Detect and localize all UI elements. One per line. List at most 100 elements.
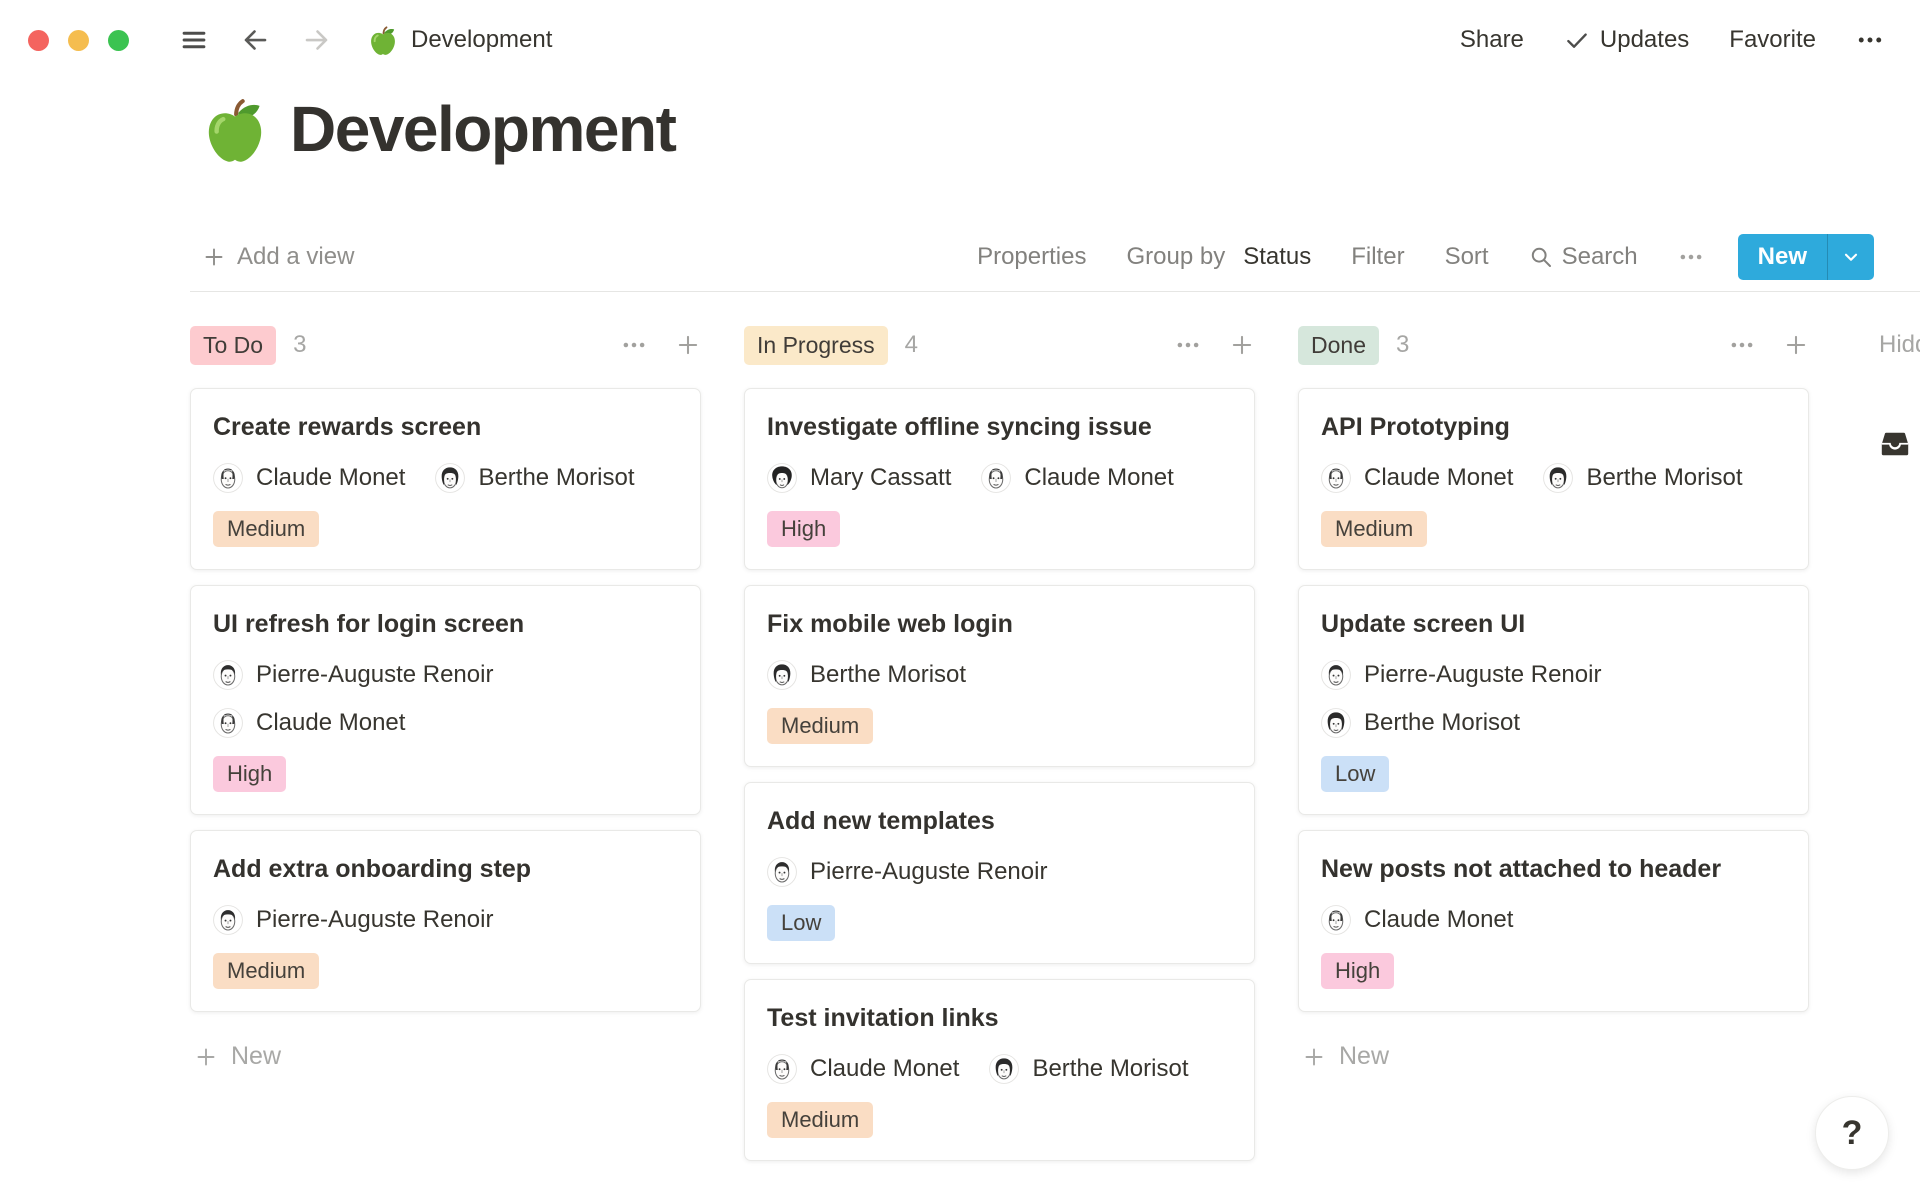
favorite-button[interactable]: Favorite — [1729, 26, 1816, 54]
monet-portrait-avatar — [767, 1054, 797, 1084]
properties-button[interactable]: Properties — [977, 243, 1086, 271]
column-count: 3 — [1396, 331, 1409, 359]
window-close-button[interactable] — [28, 30, 49, 51]
morisot-portrait-avatar — [989, 1054, 1019, 1084]
column-more-icon[interactable] — [1175, 332, 1201, 358]
new-button[interactable]: New — [1738, 234, 1874, 280]
card-title: Create rewards screen — [213, 409, 678, 445]
group-by-label: Group by — [1126, 243, 1225, 271]
monet-portrait-avatar — [981, 463, 1011, 493]
card[interactable]: Add new templates Pierre-Auguste Renoir … — [744, 782, 1255, 964]
column-count: 4 — [905, 331, 918, 359]
card[interactable]: Test invitation links Claude Monet Berth… — [744, 979, 1255, 1161]
search-label: Search — [1562, 243, 1638, 271]
share-button[interactable]: Share — [1460, 26, 1524, 54]
assignee-name: Claude Monet — [1024, 464, 1173, 492]
add-card-label: New — [1339, 1042, 1389, 1071]
search-button[interactable]: Search — [1529, 243, 1638, 271]
column-add-icon[interactable] — [1783, 332, 1809, 358]
monet-portrait-avatar — [1321, 905, 1351, 935]
column-status-badge: To Do — [190, 326, 276, 365]
board-column-done: Done 3 API Prototyping Claude Monet Bert… — [1298, 326, 1809, 1161]
view-more-icon[interactable] — [1678, 244, 1704, 270]
new-button-label[interactable]: New — [1738, 234, 1827, 280]
chevron-down-icon[interactable] — [1827, 234, 1874, 280]
assignee: Pierre-Auguste Renoir — [213, 905, 493, 935]
renoir-portrait-avatar — [213, 660, 243, 690]
priority-badge: Medium — [213, 953, 319, 989]
plus-icon — [202, 245, 226, 269]
page-header: Development — [202, 92, 675, 166]
card[interactable]: Fix mobile web login Berthe Morisot Medi… — [744, 585, 1255, 767]
assignee-name: Claude Monet — [256, 464, 405, 492]
assignee-name: Berthe Morisot — [810, 661, 966, 689]
filter-button[interactable]: Filter — [1351, 243, 1404, 271]
hidden-columns-section: Hidden N — [1879, 326, 1920, 1161]
assignee: Claude Monet — [213, 463, 405, 493]
assignee-name: Berthe Morisot — [1032, 1055, 1188, 1083]
page-title[interactable]: Development — [290, 92, 675, 166]
morisot-portrait-avatar — [767, 660, 797, 690]
assignee-name: Pierre-Auguste Renoir — [256, 906, 493, 934]
card[interactable]: UI refresh for login screen Pierre-Augus… — [190, 585, 701, 815]
forward-arrow-icon[interactable] — [302, 25, 332, 55]
assignee-name: Claude Monet — [256, 709, 405, 737]
assignee-name: Claude Monet — [1364, 906, 1513, 934]
favorite-label: Favorite — [1729, 26, 1816, 54]
morisot-portrait-avatar — [435, 463, 465, 493]
updates-button[interactable]: Updates — [1564, 26, 1689, 54]
column-add-icon[interactable] — [1229, 332, 1255, 358]
morisot-portrait-avatar — [1321, 708, 1351, 738]
assignee: Pierre-Auguste Renoir — [1321, 660, 1601, 690]
assignee-name: Pierre-Auguste Renoir — [256, 661, 493, 689]
add-view-label: Add a view — [237, 243, 354, 271]
help-button[interactable]: ? — [1815, 1096, 1889, 1170]
add-card-button[interactable]: New — [190, 1042, 701, 1071]
updates-label: Updates — [1600, 26, 1689, 54]
window-zoom-button[interactable] — [108, 30, 129, 51]
card[interactable]: Investigate offline syncing issue Mary C… — [744, 388, 1255, 570]
assignee-name: Berthe Morisot — [478, 464, 634, 492]
hidden-group-row[interactable]: N — [1879, 428, 1920, 460]
column-add-icon[interactable] — [675, 332, 701, 358]
priority-badge: High — [1321, 953, 1394, 989]
column-more-icon[interactable] — [1729, 332, 1755, 358]
card[interactable]: Update screen UI Pierre-Auguste Renoir B… — [1298, 585, 1809, 815]
priority-badge: Medium — [1321, 511, 1427, 547]
monet-portrait-avatar — [213, 463, 243, 493]
add-view-button[interactable]: Add a view — [202, 243, 354, 271]
card-title: Fix mobile web login — [767, 606, 1232, 642]
assignee: Berthe Morisot — [1543, 463, 1742, 493]
priority-badge: Low — [1321, 756, 1389, 792]
kanban-board: To Do 3 Create rewards screen Claude Mon… — [190, 326, 1920, 1161]
plus-icon — [194, 1045, 218, 1069]
priority-badge: High — [767, 511, 840, 547]
card-title: API Prototyping — [1321, 409, 1786, 445]
monet-portrait-avatar — [1321, 463, 1351, 493]
breadcrumb[interactable]: Development — [411, 26, 552, 54]
more-horizontal-icon[interactable] — [1856, 26, 1884, 54]
group-by-button[interactable]: Group by Status — [1126, 243, 1311, 271]
card[interactable]: API Prototyping Claude Monet Berthe Mori… — [1298, 388, 1809, 570]
filter-label: Filter — [1351, 243, 1404, 271]
card[interactable]: Create rewards screen Claude Monet Berth… — [190, 388, 701, 570]
window-minimize-button[interactable] — [68, 30, 89, 51]
card-title: Test invitation links — [767, 1000, 1232, 1036]
card[interactable]: Add extra onboarding step Pierre-Auguste… — [190, 830, 701, 1012]
column-header: Done 3 — [1298, 326, 1809, 364]
card[interactable]: New posts not attached to header Claude … — [1298, 830, 1809, 1012]
assignee-name: Claude Monet — [810, 1055, 959, 1083]
priority-badge: High — [213, 756, 286, 792]
share-label: Share — [1460, 26, 1524, 54]
column-more-icon[interactable] — [621, 332, 647, 358]
column-status-badge: Done — [1298, 326, 1379, 365]
priority-badge: Medium — [767, 708, 873, 744]
assignee-name: Berthe Morisot — [1586, 464, 1742, 492]
hidden-columns-toggle[interactable]: Hidden — [1879, 326, 1920, 364]
add-card-button[interactable]: New — [1298, 1042, 1809, 1071]
hamburger-menu-icon[interactable] — [180, 26, 208, 54]
sort-button[interactable]: Sort — [1445, 243, 1489, 271]
assignee: Berthe Morisot — [1321, 708, 1520, 738]
card-title: Update screen UI — [1321, 606, 1786, 642]
back-arrow-icon[interactable] — [240, 25, 270, 55]
